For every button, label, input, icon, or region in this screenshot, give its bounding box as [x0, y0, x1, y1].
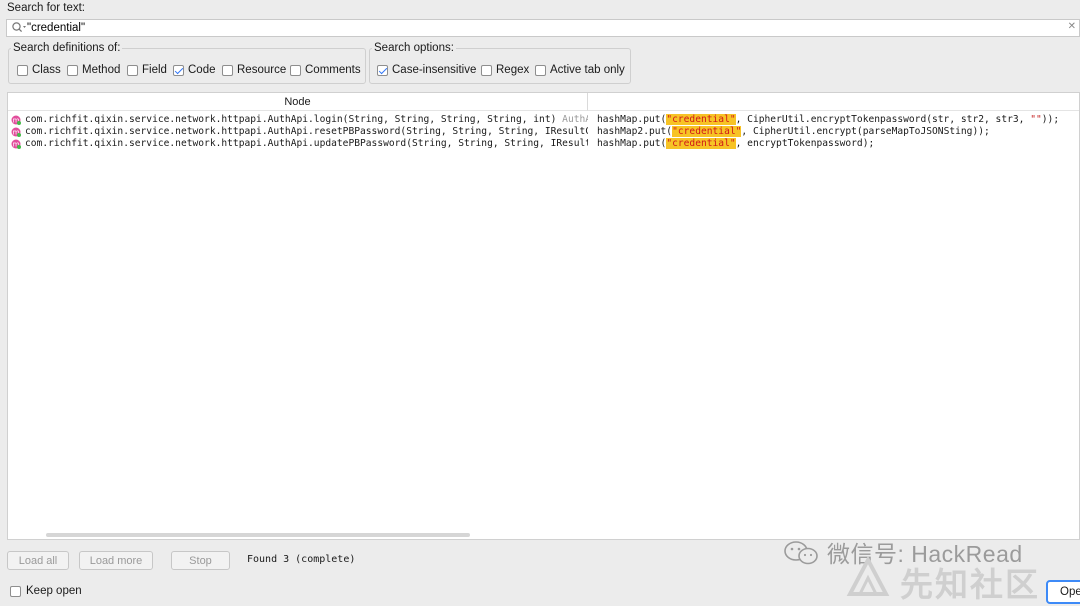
comments-checkbox[interactable]: Comments: [290, 64, 361, 76]
code-post: , CipherUtil.encryptTokenpassword(str, s…: [735, 114, 1031, 125]
search-definitions-title: Search definitions of:: [11, 42, 123, 54]
node-text: com.richfit.qixin.service.network.httpap…: [25, 138, 588, 149]
checkbox-label: Comments: [305, 64, 361, 76]
code-end: ));: [1041, 114, 1060, 125]
load-all-button[interactable]: Load all: [7, 551, 69, 570]
case-insensitive-checkbox[interactable]: Case-insensitive: [377, 64, 476, 76]
search-input[interactable]: [27, 20, 1067, 36]
open-button[interactable]: Open: [1046, 580, 1080, 604]
checkbox-label: Resource: [237, 64, 287, 76]
search-label: Search for text:: [7, 2, 85, 14]
search-icon[interactable]: [11, 21, 27, 35]
checkbox-label: Field: [142, 64, 167, 76]
results-table: Node m com.richfit.qixin.service.network…: [7, 92, 1080, 540]
node-text: com.richfit.qixin.service.network.httpap…: [25, 114, 557, 125]
code-string: "": [1030, 114, 1042, 125]
active-tab-only-checkbox[interactable]: Active tab only: [535, 64, 625, 76]
checkbox-box[interactable]: [10, 585, 21, 597]
method-icon: m: [11, 139, 21, 149]
wechat-icon: [784, 541, 818, 565]
column-header-node[interactable]: Node: [8, 93, 588, 111]
code-post: , CipherUtil.encrypt(parseMapToJSONSting…: [741, 126, 990, 137]
match-highlight: "credential": [666, 114, 736, 125]
checkbox-label: Class: [32, 64, 61, 76]
checkbox-label: Active tab only: [550, 64, 625, 76]
search-options-title: Search options:: [372, 42, 456, 54]
checkbox-label: Regex: [496, 64, 530, 76]
checkbox-box[interactable]: [17, 64, 28, 76]
checkbox-label: Method: [82, 64, 121, 76]
table-row[interactable]: m com.richfit.qixin.service.network.http…: [8, 114, 1078, 126]
code-cell: hashMap.put("credential", CipherUtil.enc…: [597, 114, 1059, 126]
keep-open-checkbox[interactable]: Keep open: [10, 585, 82, 597]
checkbox-box[interactable]: [377, 64, 388, 76]
checkbox-box[interactable]: [173, 64, 184, 76]
regex-checkbox[interactable]: Regex: [481, 64, 529, 76]
checkbox-box[interactable]: [222, 64, 233, 76]
field-checkbox[interactable]: Field: [127, 64, 167, 76]
checkbox-label: Keep open: [26, 585, 82, 597]
table-row[interactable]: m com.richfit.qixin.service.network.http…: [8, 126, 1078, 138]
checkbox-box[interactable]: [535, 64, 546, 76]
resource-checkbox[interactable]: Resource: [222, 64, 286, 76]
code-pre: hashMap.put(: [597, 114, 667, 125]
column-header-code[interactable]: [588, 93, 1079, 111]
status-text: Found 3 (complete): [247, 554, 356, 565]
checkbox-box[interactable]: [290, 64, 301, 76]
clear-icon[interactable]: ✕: [1068, 21, 1076, 32]
method-icon: m: [11, 127, 21, 137]
code-cell: hashMap2.put("credential", CipherUtil.en…: [597, 126, 990, 138]
code-post: , encryptTokenpassword);: [735, 138, 875, 149]
method-icon: m: [11, 115, 21, 125]
node-cell: com.richfit.qixin.service.network.httpap…: [25, 126, 588, 138]
checkbox-box[interactable]: [481, 64, 492, 76]
stop-button[interactable]: Stop: [171, 551, 230, 570]
code-cell: hashMap.put("credential", encryptTokenpa…: [597, 138, 874, 150]
load-more-button[interactable]: Load more: [79, 551, 153, 570]
checkbox-box[interactable]: [127, 64, 138, 76]
method-checkbox[interactable]: Method: [67, 64, 120, 76]
search-field[interactable]: ✕: [6, 19, 1080, 37]
checkbox-label: Code: [188, 64, 216, 76]
checkbox-label: Case-insensitive: [392, 64, 477, 76]
match-highlight: "credential": [672, 126, 742, 137]
class-checkbox[interactable]: Class: [17, 64, 61, 76]
xianzhi-logo-icon: [846, 556, 890, 596]
checkbox-box[interactable]: [67, 64, 78, 76]
node-tail: AuthApi: [562, 114, 588, 125]
node-text: com.richfit.qixin.service.network.httpap…: [25, 126, 588, 137]
table-row[interactable]: m com.richfit.qixin.service.network.http…: [8, 138, 1078, 150]
node-cell: com.richfit.qixin.service.network.httpap…: [25, 114, 588, 126]
code-pre: hashMap.put(: [597, 138, 667, 149]
match-highlight: "credential": [666, 138, 736, 149]
code-pre: hashMap2.put(: [597, 126, 673, 137]
horizontal-scrollbar[interactable]: [46, 533, 470, 537]
code-checkbox[interactable]: Code: [173, 64, 216, 76]
node-cell: com.richfit.qixin.service.network.httpap…: [25, 138, 588, 150]
